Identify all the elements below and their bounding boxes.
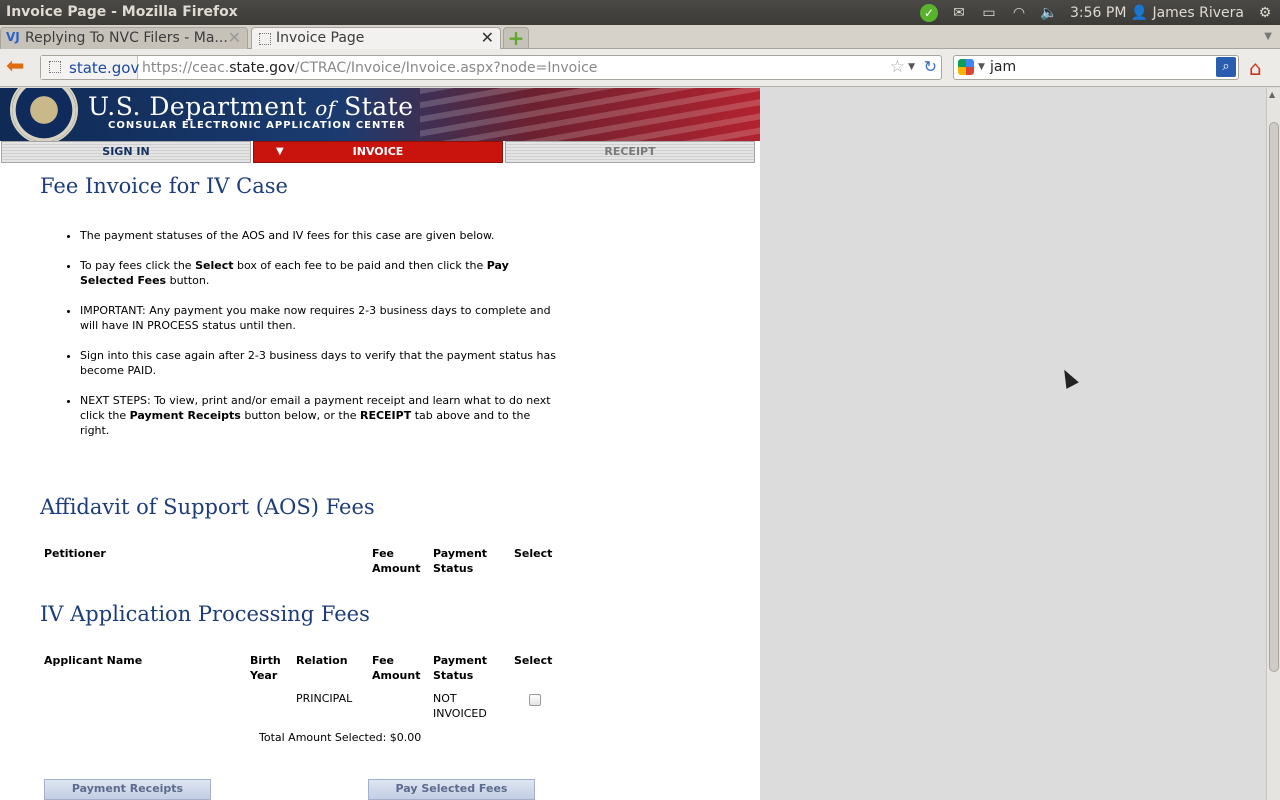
back-arrow-icon[interactable]: ⬅ (6, 56, 24, 78)
search-input[interactable]: jam (990, 59, 1016, 75)
google-engine-icon[interactable] (958, 59, 974, 75)
url-text[interactable]: https://ceac.state.gov/CTRAC/Invoice/Inv… (142, 60, 597, 76)
site-identity-label: state.gov (69, 59, 140, 77)
iv-section-title: IV Application Processing Fees (40, 602, 370, 626)
note-bold: Payment Receipts (129, 409, 241, 422)
site-nav-tabs: SIGN IN ▼ INVOICE RECEIPT (0, 141, 760, 163)
new-tab-button[interactable]: + (503, 27, 529, 49)
department-name: U.S. Department of State (88, 92, 414, 121)
total-amount-selected: Total Amount Selected: $0.00 (259, 731, 422, 744)
iv-header-fee-amount: Fee Amount (372, 654, 421, 682)
search-engine-dropdown-icon[interactable]: ▼ (978, 62, 985, 72)
iv-header-relation: Relation (296, 654, 348, 667)
user-name[interactable]: James Rivera (1146, 5, 1250, 21)
scrollbar-thumb[interactable] (1269, 122, 1279, 672)
gear-icon[interactable]: ⚙ (1250, 0, 1280, 25)
note-bold: Select (195, 259, 234, 272)
list-item: The payment statuses of the AOS and IV f… (80, 228, 560, 243)
list-item: To pay fees click the Select box of each… (80, 258, 560, 288)
url-history-dropdown-icon[interactable]: ▼ (908, 62, 915, 72)
state-department-seal (10, 88, 78, 141)
tab-invoice[interactable]: ▼ INVOICE (253, 141, 503, 163)
tab-invoice-page[interactable]: Invoice Page ✕ (251, 27, 501, 49)
volume-icon[interactable]: 🔈 (1034, 0, 1064, 25)
tab-strip: VJ Replying To NVC Filers - Ma... ✕ Invo… (0, 25, 1280, 49)
note-text: To pay fees click the (80, 259, 196, 272)
window-title: Invoice Page - Mozilla Firefox (6, 4, 238, 20)
caret-down-icon: ▼ (276, 146, 284, 157)
dept-name-of: of (315, 96, 336, 120)
page-icon (259, 33, 271, 45)
tab-receipt[interactable]: RECEIPT (505, 141, 755, 163)
iv-header-birth-year: Birth Year (250, 654, 281, 682)
aos-header-select: Select (514, 547, 553, 560)
center-name: CONSULAR ELECTRONIC APPLICATION CENTER (108, 120, 406, 131)
battery-icon[interactable]: ▭ (974, 0, 1004, 25)
page-viewport: U.S. Department of State CONSULAR ELECTR… (0, 88, 1266, 800)
list-all-tabs-icon[interactable]: ▼ (1264, 31, 1272, 42)
note-text: IMPORTANT: Any payment you make now requ… (80, 304, 551, 332)
system-top-panel: Invoice Page - Mozilla Firefox ✓ ✉ ▭ ◠ 🔈… (0, 0, 1280, 25)
list-item: IMPORTANT: Any payment you make now requ… (80, 303, 560, 333)
system-tray: ✓ ✉ ▭ ◠ 🔈 3:56 PM 👤 James Rivera ⚙ (914, 0, 1280, 25)
url-domain: state.gov (229, 60, 295, 76)
pay-selected-fees-button[interactable]: Pay Selected Fees (368, 779, 535, 800)
payment-receipts-button[interactable]: Payment Receipts (44, 779, 211, 800)
url-path: /CTRAC/Invoice/Invoice.aspx?node=Invoice (294, 60, 598, 76)
dept-name-part: State (335, 92, 414, 121)
instructions-list: The payment statuses of the AOS and IV f… (40, 228, 560, 453)
aos-header-petitioner: Petitioner (44, 547, 106, 560)
iv-header-select: Select (514, 654, 553, 667)
close-tab-icon[interactable]: ✕ (228, 28, 241, 47)
mail-icon[interactable]: ✉ (944, 0, 974, 25)
close-tab-icon[interactable]: ✕ (481, 28, 494, 47)
site-banner: U.S. Department of State CONSULAR ELECTR… (0, 88, 760, 141)
aos-section-title: Affidavit of Support (AOS) Fees (40, 495, 375, 519)
note-text: The payment statuses of the AOS and IV f… (80, 229, 495, 242)
aos-header-payment-status: Payment Status (433, 547, 488, 575)
list-item: NEXT STEPS: To view, print and/or email … (80, 393, 560, 438)
aos-header-fee-amount: Fee Amount (372, 547, 421, 575)
reload-icon[interactable]: ↻ (924, 57, 937, 76)
update-icon[interactable]: ✓ (914, 0, 944, 25)
wifi-icon[interactable]: ◠ (1004, 0, 1034, 25)
iv-header-applicant-name: Applicant Name (44, 654, 143, 667)
search-icon[interactable]: ⌕ (1216, 57, 1236, 77)
ceac-page: U.S. Department of State CONSULAR ELECTR… (0, 88, 760, 800)
iv-header-payment-status: Payment Status (433, 654, 488, 682)
tab-label: Invoice Page (276, 30, 365, 46)
page-icon (49, 61, 61, 73)
url-bar[interactable]: state.gov https://ceac.state.gov/CTRAC/I… (40, 55, 942, 80)
note-text: box of each fee to be paid and then clic… (233, 259, 487, 272)
site-identity-button[interactable]: state.gov (41, 56, 140, 79)
page-title: Fee Invoice for IV Case (40, 174, 288, 198)
navigation-toolbar: ⬅ state.gov https://ceac.state.gov/CTRAC… (0, 49, 1280, 87)
note-bold: RECEIPT (359, 409, 412, 422)
scroll-up-arrow-icon[interactable]: ▲ (1269, 90, 1275, 99)
home-icon[interactable]: ⌂ (1249, 56, 1262, 80)
cell-relation: PRINCIPAL (296, 692, 353, 705)
cell-payment-status: NOT INVOICED (433, 692, 487, 720)
note-text: Sign into this case again after 2-3 busi… (80, 349, 556, 377)
tab-invoice-label: INVOICE (352, 145, 404, 158)
vertical-scrollbar[interactable]: ▲ (1266, 88, 1280, 800)
search-bar[interactable]: ▼ jam ⌕ (953, 55, 1239, 80)
dept-name-part: U.S. Department (88, 92, 316, 121)
select-fee-checkbox[interactable] (529, 694, 541, 706)
bookmark-star-icon[interactable]: ☆ (890, 57, 905, 77)
list-item: Sign into this case again after 2-3 busi… (80, 348, 560, 378)
flag-decoration (420, 88, 760, 141)
clock[interactable]: 3:56 PM (1064, 5, 1132, 21)
tab-replying-nvc[interactable]: VJ Replying To NVC Filers - Ma... ✕ (0, 27, 248, 49)
tab-sign-in[interactable]: SIGN IN (1, 141, 251, 163)
site-favicon-icon: VJ (6, 30, 20, 44)
note-text: button. (166, 274, 210, 287)
note-text: button below, or the (240, 409, 360, 422)
url-prefix: https://ceac. (142, 60, 230, 76)
user-icon: 👤 (1130, 4, 1149, 21)
tab-label: Replying To NVC Filers - Ma... (25, 30, 228, 46)
